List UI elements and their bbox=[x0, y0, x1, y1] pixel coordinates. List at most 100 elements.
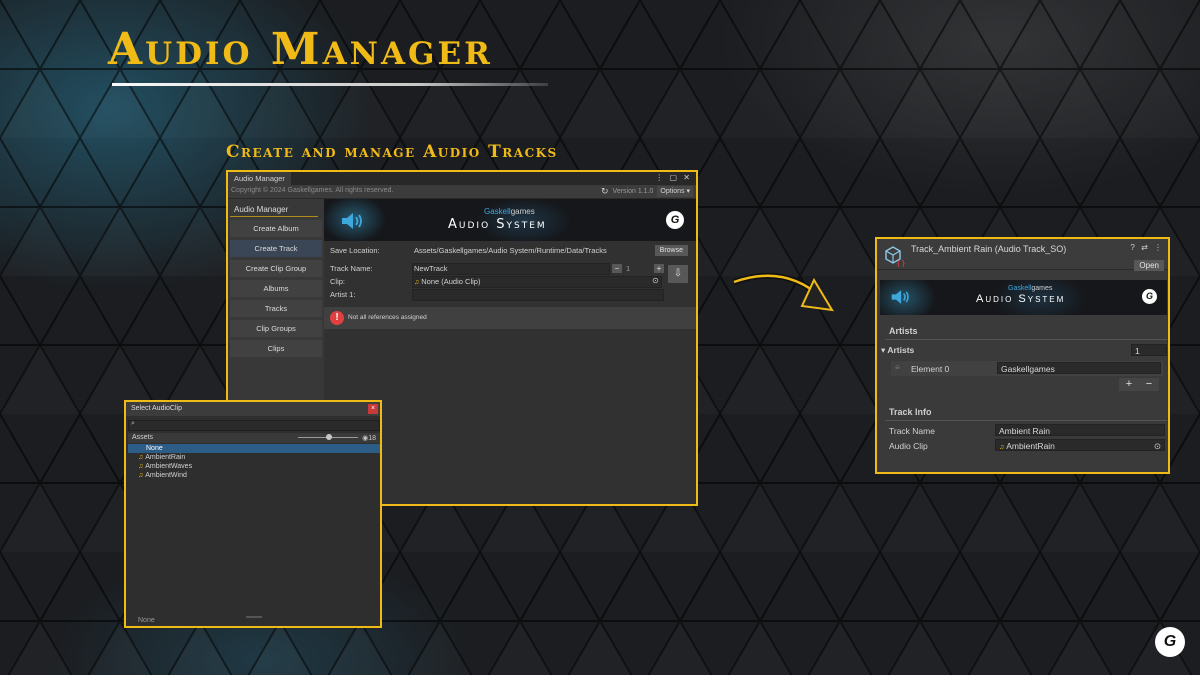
list-item[interactable]: ♫ AmbientRain bbox=[128, 453, 380, 462]
banner-title: Audio System bbox=[448, 217, 547, 232]
audio-clip-icon: ♫ bbox=[999, 444, 1005, 451]
save-location-label: Save Location: bbox=[330, 246, 380, 255]
artists-element-row: ≡ Element 0 Gaskellgames bbox=[891, 361, 1163, 376]
assets-tab[interactable]: Assets bbox=[132, 434, 153, 441]
banner-brand: Gaskellgames bbox=[1008, 285, 1052, 292]
object-picker-icon[interactable]: ⊙ bbox=[652, 276, 659, 285]
error-icon: ! bbox=[330, 311, 344, 325]
artists-foldout[interactable]: ▾ Artists bbox=[881, 345, 914, 356]
audio-clip-icon: ♫ bbox=[138, 472, 144, 479]
close-icon[interactable]: × bbox=[368, 404, 378, 414]
list-item-label: AmbientRain bbox=[145, 454, 186, 461]
page-title: Audio Manager bbox=[108, 24, 493, 75]
section-divider bbox=[885, 339, 1167, 340]
options-dropdown[interactable]: Options ▾ bbox=[657, 186, 693, 197]
clip-value: ♫ None (Audio Clip) bbox=[414, 277, 480, 286]
gaskellgames-corner-logo-icon: G bbox=[1155, 627, 1185, 657]
save-icon-button[interactable]: ⇩ bbox=[668, 265, 688, 283]
sidebar-item-create-album[interactable]: Create Album bbox=[230, 220, 322, 237]
list-item[interactable]: ♫ AmbientWind bbox=[128, 471, 380, 480]
audio-clip-field[interactable]: ♫ AmbientRain ⊙ bbox=[995, 439, 1165, 451]
refresh-icon[interactable]: ↻ bbox=[601, 186, 609, 197]
list-item-label: AmbientWaves bbox=[145, 463, 193, 470]
list-item[interactable]: ♫ AmbientWaves bbox=[128, 462, 380, 471]
object-picker-icon[interactable]: ⊙ bbox=[1154, 440, 1161, 452]
audio-clip-icon: ♫ bbox=[138, 463, 144, 470]
artist-label: Artist 1: bbox=[330, 290, 356, 299]
clip-value-text: None (Audio Clip) bbox=[421, 277, 481, 286]
version-label: Version 1.1.0 bbox=[612, 188, 654, 195]
sidebar-header: Audio Manager bbox=[230, 201, 318, 217]
select-audioclip-window: Select AudioClip × ⌕ Assets ◉18 None ♫ Am… bbox=[124, 400, 382, 628]
remove-element-button[interactable]: − bbox=[1146, 378, 1152, 391]
sidebar-item-clips[interactable]: Clips bbox=[230, 340, 322, 357]
gaskellgames-logo-icon: G bbox=[666, 211, 684, 229]
browse-button[interactable]: Browse bbox=[654, 245, 688, 256]
asset-count-value: 18 bbox=[368, 435, 376, 442]
assets-bar: Assets ◉18 bbox=[128, 433, 380, 443]
window-topbar: Copyright © 2024 Gaskellgames. All right… bbox=[228, 185, 696, 199]
asset-count: ◉18 bbox=[362, 434, 376, 442]
audio-system-banner: Gaskellgames Audio System G bbox=[880, 280, 1167, 315]
increment-button[interactable]: + bbox=[654, 264, 664, 273]
track-info-section-header: Track Info bbox=[889, 407, 932, 417]
audio-clip-icon: ♫ bbox=[138, 454, 144, 461]
inspector-header: {} Track_Ambient Rain (Audio Track_SO) ?… bbox=[877, 239, 1168, 271]
warning-text: Not all references assigned bbox=[348, 314, 427, 321]
inspector-title: Track_Ambient Rain (Audio Track_SO) bbox=[911, 244, 1067, 254]
warning-box: ! Not all references assigned bbox=[324, 307, 696, 329]
search-icon: ⌕ bbox=[131, 420, 135, 427]
artist-row: Artist 1: bbox=[324, 289, 696, 301]
track-name-label: Track Name: bbox=[330, 264, 373, 273]
selection-footer: None bbox=[138, 617, 155, 624]
artist-input[interactable] bbox=[412, 289, 664, 301]
element-value-field[interactable]: Gaskellgames bbox=[997, 362, 1161, 374]
open-button[interactable]: Open bbox=[1134, 260, 1164, 271]
speaker-icon bbox=[891, 290, 909, 304]
track-count: 1 bbox=[626, 264, 631, 273]
clip-row: Clip: ♫ None (Audio Clip) ⊙ bbox=[324, 276, 696, 288]
banner-title: Audio System bbox=[976, 293, 1066, 305]
save-location-value: Assets/Gaskellgames/Audio System/Runtime… bbox=[414, 246, 607, 255]
audio-clip-value: AmbientRain bbox=[1006, 441, 1055, 451]
list-item[interactable]: None bbox=[128, 444, 380, 453]
tab-audio-manager[interactable]: Audio Manager bbox=[228, 172, 291, 185]
track-name-row: Track Name: NewTrack − 1 + bbox=[324, 263, 696, 275]
list-item-label: AmbientWind bbox=[145, 472, 187, 479]
artists-section-header: Artists bbox=[889, 326, 918, 336]
inspector-header-icons[interactable]: ? ⇄ ⋮ bbox=[1130, 243, 1164, 252]
sidebar-item-tracks[interactable]: Tracks bbox=[230, 300, 322, 317]
size-slider-handle[interactable] bbox=[326, 434, 332, 440]
audioclip-list: None ♫ AmbientRain ♫ AmbientWaves ♫ Ambient… bbox=[128, 444, 380, 480]
artists-count-field[interactable]: 1 bbox=[1131, 344, 1167, 356]
select-audioclip-titlebar: Select AudioClip × bbox=[126, 402, 380, 416]
brand-prefix: Gaskell bbox=[484, 207, 511, 216]
brand-suffix: games bbox=[510, 207, 535, 216]
track-name-field[interactable]: Ambient Rain bbox=[995, 424, 1165, 436]
gaskellgames-logo-icon: G bbox=[1142, 289, 1157, 304]
resize-handle[interactable] bbox=[246, 616, 262, 618]
sidebar-item-clip-groups[interactable]: Clip Groups bbox=[230, 320, 322, 337]
artists-foldout-label: Artists bbox=[887, 345, 915, 355]
section-divider bbox=[885, 420, 1167, 421]
decrement-button[interactable]: − bbox=[612, 264, 622, 273]
clip-label: Clip: bbox=[330, 277, 346, 286]
track-name-label: Track Name bbox=[889, 426, 935, 436]
audio-clip-label: Audio Clip bbox=[889, 441, 928, 451]
drag-handle-icon[interactable]: ≡ bbox=[895, 363, 900, 372]
window-controls[interactable]: ⋮ ▢ ✕ bbox=[655, 173, 692, 182]
copyright-text: Copyright © 2024 Gaskellgames. All right… bbox=[231, 187, 394, 194]
inspector-window: {} Track_Ambient Rain (Audio Track_SO) ?… bbox=[875, 237, 1170, 474]
banner-brand: Gaskellgames bbox=[484, 207, 535, 216]
audio-clip-icon: ♫ bbox=[414, 279, 420, 286]
search-input[interactable]: ⌕ bbox=[128, 420, 380, 431]
select-audioclip-title: Select AudioClip bbox=[131, 405, 182, 412]
add-element-button[interactable]: + bbox=[1126, 378, 1132, 391]
sidebar-item-create-clip-group[interactable]: Create Clip Group bbox=[230, 260, 322, 277]
sidebar-item-create-track[interactable]: Create Track bbox=[230, 240, 322, 257]
speaker-icon bbox=[342, 213, 362, 229]
page-subtitle: Create and manage Audio Tracks bbox=[226, 142, 558, 162]
sidebar: Audio Manager Create Album Create Track … bbox=[230, 201, 322, 361]
sidebar-item-albums[interactable]: Albums bbox=[230, 280, 322, 297]
window-tabbar: Audio Manager ⋮ ▢ ✕ bbox=[228, 172, 696, 185]
